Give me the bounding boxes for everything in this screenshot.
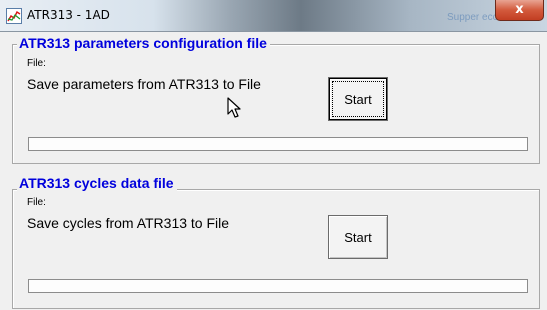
parameters-start-button[interactable]: Start	[328, 77, 388, 121]
cycles-start-button[interactable]: Start	[328, 215, 388, 259]
app-chart-icon	[6, 8, 22, 24]
cycles-group-title: ATR313 cycles data file	[17, 175, 177, 191]
cycles-file-label: File:	[27, 197, 46, 208]
close-icon: x	[515, 2, 524, 17]
close-button[interactable]: x	[495, 0, 544, 21]
parameters-file-label: File:	[27, 58, 46, 69]
window-title: ATR313 - 1AD	[27, 8, 110, 22]
cycles-description: Save cycles from ATR313 to File	[27, 215, 230, 231]
title-bar[interactable]: ATR313 - 1AD Supper ecce x	[0, 0, 547, 32]
cycles-progress-bar	[28, 279, 528, 293]
parameters-description: Save parameters from ATR313 to File	[27, 76, 261, 92]
parameters-progress-bar	[28, 137, 528, 151]
parameters-group-title: ATR313 parameters configuration file	[17, 35, 270, 51]
mouse-pointer-icon	[227, 97, 241, 118]
